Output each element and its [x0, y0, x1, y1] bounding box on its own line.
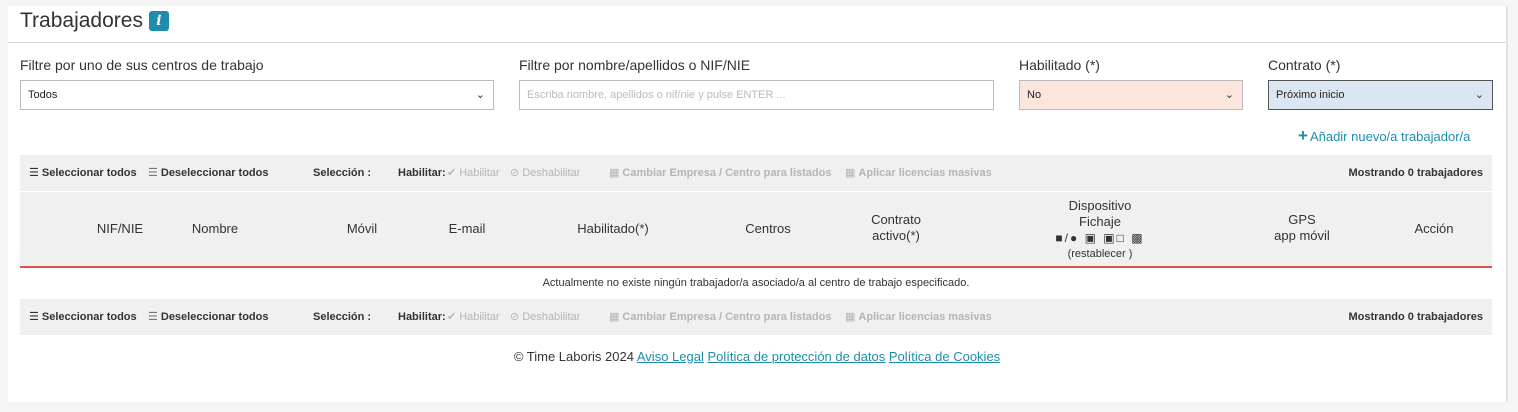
- device-icons: ■/● ▣ ▣□ ▩: [1040, 230, 1160, 246]
- enable-button[interactable]: ✔ Habilitar: [447, 155, 500, 191]
- disable-label: Deshabilitar: [522, 167, 581, 179]
- empty-table-message: Actualmente no existe ningún trabajador/…: [20, 268, 1492, 298]
- col-enabled[interactable]: Habilitado(*): [553, 221, 673, 237]
- chevron-down-icon: ⌄: [475, 89, 485, 101]
- ban-icon: ⊘: [510, 167, 520, 179]
- enable-label: Habilitar: [459, 311, 500, 323]
- enabled-filter-label: Habilitado (*): [1019, 57, 1100, 73]
- apply-licenses-label: Aplicar licencias masivas: [858, 167, 992, 179]
- selection-label: Selección :: [313, 167, 372, 179]
- page-title-row: Trabajadores i: [20, 9, 169, 33]
- enable-button[interactable]: ✔ Habilitar: [447, 299, 500, 335]
- col-name[interactable]: Nombre: [175, 221, 255, 237]
- select-all-button[interactable]: ☰ Seleccionar todos: [29, 299, 137, 335]
- center-filter-value: Todos: [28, 89, 58, 101]
- table-header: NIF/NIE Nombre Móvil E-mail Habilitado(*…: [20, 192, 1492, 268]
- building-icon: ▦: [609, 311, 620, 323]
- bulk-toolbar-bottom: ☰ Seleccionar todos ☰ Deseleccionar todos …: [20, 299, 1492, 335]
- copyright-text: © Time Laboris 2024: [513, 349, 634, 364]
- check-icon: ✔: [447, 311, 457, 323]
- window-icon: ▣: [1084, 231, 1098, 245]
- ban-icon: ⊘: [510, 311, 520, 323]
- enable-label: Habilitar: [459, 167, 500, 179]
- check-icon: ✔: [447, 167, 457, 179]
- col-gps-line2: app móvil: [1274, 228, 1330, 243]
- deselect-all-button[interactable]: ☰ Deseleccionar todos: [148, 299, 268, 335]
- change-company-label: Cambiar Empresa / Centro para listados: [622, 311, 832, 323]
- footer: © Time Laboris 2024 Aviso Legal Política…: [8, 349, 1506, 364]
- apply-licenses-label: Aplicar licencias masivas: [858, 311, 992, 323]
- col-centers[interactable]: Centros: [728, 221, 808, 237]
- enable-prefix-label: Habilitar:: [398, 311, 446, 323]
- center-filter-select[interactable]: Todos ⌄: [20, 80, 494, 110]
- enable-prefix-label: Habilitar:: [398, 167, 446, 179]
- select-all-button[interactable]: ☰ Seleccionar todos: [29, 155, 137, 191]
- showing-count: Mostrando 0 trabajadores: [1348, 167, 1483, 179]
- select-all-label: Seleccionar todos: [41, 311, 137, 323]
- deselect-all-label: Deseleccionar todos: [160, 311, 269, 323]
- change-company-button[interactable]: ▦ Cambiar Empresa / Centro para listados: [609, 155, 831, 191]
- col-device-line1: Dispositivo: [1068, 198, 1132, 213]
- building-icon: ▦: [609, 167, 620, 179]
- apply-licenses-button[interactable]: ▦ Aplicar licencias masivas: [845, 155, 992, 191]
- cookies-link[interactable]: Política de Cookies: [889, 349, 1000, 364]
- plus-icon: +: [1298, 126, 1308, 145]
- disable-button[interactable]: ⊘ Deshabilitar: [510, 155, 580, 191]
- select-all-label: Seleccionar todos: [41, 167, 137, 179]
- col-nif[interactable]: NIF/NIE: [80, 221, 160, 237]
- list-icon: ☰: [148, 311, 158, 323]
- change-company-button[interactable]: ▦ Cambiar Empresa / Centro para listados: [609, 299, 831, 335]
- page-title: Trabajadores: [20, 9, 143, 32]
- privacy-link[interactable]: Política de protección de datos: [707, 349, 885, 364]
- building-icon: ▦: [845, 311, 856, 323]
- col-contract-line1: Contrato: [871, 212, 921, 227]
- bulk-toolbar-top: ☰ Seleccionar todos ☰ Deseleccionar todos …: [20, 155, 1492, 191]
- chevron-down-icon: ⌄: [1224, 89, 1234, 101]
- col-contract[interactable]: Contrato activo(*): [846, 212, 946, 244]
- deselect-all-label: Deseleccionar todos: [160, 167, 269, 179]
- col-device: Dispositivo Fichaje ■/● ▣ ▣□ ▩ (restable…: [1040, 198, 1160, 262]
- selection-label: Selección :: [313, 311, 372, 323]
- list-icon: ☰: [29, 311, 39, 323]
- center-filter-label: Filtre por uno de sus centros de trabajo: [20, 57, 264, 73]
- disable-button[interactable]: ⊘ Deshabilitar: [510, 299, 580, 335]
- deselect-all-button[interactable]: ☰ Deseleccionar todos: [148, 155, 268, 191]
- list-icon: ☰: [29, 167, 39, 179]
- enabled-filter-select[interactable]: No ⌄: [1019, 80, 1243, 110]
- name-filter-label: Filtre por nombre/apellidos o NIF/NIE: [519, 57, 751, 73]
- col-gps-line1: GPS: [1288, 212, 1316, 227]
- enabled-filter-value: No: [1027, 89, 1042, 101]
- android-apple-icon: ■/●: [1055, 231, 1080, 245]
- change-company-label: Cambiar Empresa / Centro para listados: [622, 167, 832, 179]
- chevron-down-icon: ⌄: [1474, 89, 1484, 101]
- legal-link[interactable]: Aviso Legal: [637, 349, 704, 364]
- qr-icon: ▩: [1131, 231, 1145, 245]
- contract-filter-label: Contrato (*): [1268, 57, 1341, 73]
- col-device-line2: Fichaje: [1079, 214, 1121, 229]
- col-contract-line2: activo(*): [872, 228, 920, 243]
- add-worker-label: Añadir nuevo/a trabajador/a: [1309, 129, 1471, 144]
- col-email[interactable]: E-mail: [427, 221, 507, 237]
- col-action: Acción: [1414, 221, 1454, 236]
- name-filter-input[interactable]: Escriba nombre, apellidos o nif/nie y pu…: [519, 80, 994, 110]
- glasses-icon: ▣□: [1103, 231, 1126, 245]
- showing-count: Mostrando 0 trabajadores: [1348, 311, 1483, 323]
- workers-panel: Trabajadores i Filtre por uno de sus cen…: [8, 6, 1508, 402]
- add-worker-link[interactable]: + Añadir nuevo/a trabajador/a: [1298, 126, 1470, 146]
- col-gps[interactable]: GPS app móvil: [1257, 212, 1347, 244]
- device-reset-link[interactable]: (restablecer ): [1040, 246, 1160, 262]
- col-mobile[interactable]: Móvil: [322, 221, 402, 237]
- disable-label: Deshabilitar: [522, 311, 581, 323]
- list-icon: ☰: [148, 167, 158, 179]
- contract-filter-value: Próximo inicio: [1276, 89, 1345, 101]
- building-icon: ▦: [845, 167, 856, 179]
- apply-licenses-button[interactable]: ▦ Aplicar licencias masivas: [845, 299, 992, 335]
- page-header: Trabajadores i: [8, 6, 1506, 43]
- contract-filter-select[interactable]: Próximo inicio ⌄: [1268, 80, 1493, 110]
- info-icon[interactable]: i: [148, 11, 169, 31]
